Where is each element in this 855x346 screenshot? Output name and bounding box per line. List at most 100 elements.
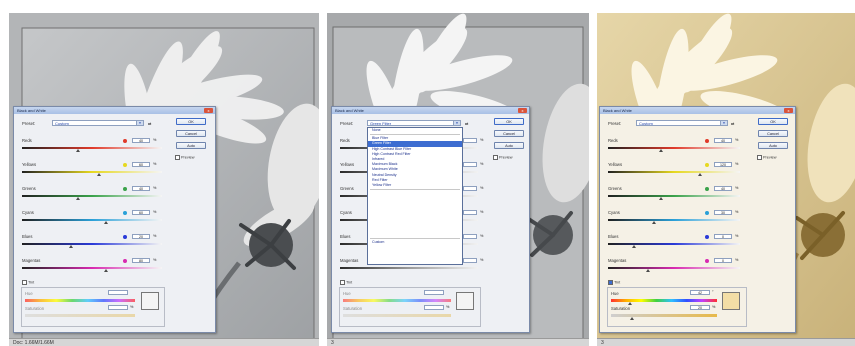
- preset-options-icon[interactable]: ⇄: [465, 121, 468, 126]
- blues-slider[interactable]: [608, 243, 740, 245]
- hue-value-field[interactable]: [424, 290, 444, 295]
- magentas-slider[interactable]: [22, 267, 162, 269]
- cancel-button[interactable]: Cancel: [758, 130, 788, 137]
- greens-value-field[interactable]: 40: [132, 186, 150, 191]
- preview-checkbox[interactable]: Preview: [175, 155, 195, 160]
- greens-value-field[interactable]: 40: [714, 186, 732, 191]
- cyans-value-field[interactable]: 60: [132, 210, 150, 215]
- cyans-slider[interactable]: [608, 219, 740, 221]
- dialog-titlebar[interactable]: Black and White x: [332, 107, 529, 114]
- yellows-slider-thumb[interactable]: [97, 173, 101, 176]
- dialog-titlebar[interactable]: Black and White x: [14, 107, 215, 114]
- ok-button[interactable]: OK: [176, 118, 206, 125]
- saturation-value-field[interactable]: [108, 305, 128, 310]
- tint-color-swatch[interactable]: [722, 292, 740, 310]
- menu-spacer: [368, 191, 462, 237]
- saturation-slider[interactable]: [611, 314, 717, 317]
- reds-slider-thumb[interactable]: [658, 149, 663, 152]
- reds-slider[interactable]: [608, 147, 740, 149]
- cyans-value-field[interactable]: 30: [714, 210, 732, 215]
- yellows-slider[interactable]: [608, 171, 740, 173]
- hue-value-field[interactable]: 42: [690, 290, 710, 295]
- reds-value-field[interactable]: 40: [714, 138, 732, 143]
- cyans-slider-thumb[interactable]: [652, 221, 657, 224]
- preset-select[interactable]: Green Filter ▼: [367, 120, 461, 126]
- close-icon[interactable]: x: [204, 108, 213, 113]
- preset-select[interactable]: Custom ▼: [52, 120, 144, 126]
- preview-checkbox[interactable]: Preview: [493, 155, 513, 160]
- auto-button[interactable]: Auto: [494, 142, 524, 149]
- menu-item-none[interactable]: None: [368, 128, 462, 133]
- greens-slider-thumb[interactable]: [76, 197, 80, 200]
- tint-color-swatch[interactable]: [141, 292, 159, 310]
- blues-slider[interactable]: [22, 243, 162, 245]
- reds-value-field[interactable]: 40: [132, 138, 150, 143]
- percent-sign: %: [735, 258, 739, 262]
- cancel-button[interactable]: Cancel: [494, 130, 524, 137]
- tint-color-swatch[interactable]: [456, 292, 474, 310]
- blues-slider-thumb[interactable]: [632, 245, 637, 248]
- cyans-slider[interactable]: [22, 219, 162, 221]
- cyans-slider-thumb[interactable]: [104, 221, 108, 224]
- blues-value-field[interactable]: 0: [714, 234, 732, 239]
- magentas-slider[interactable]: [608, 267, 740, 269]
- ok-button[interactable]: OK: [758, 118, 788, 125]
- magentas-value-field[interactable]: 80: [132, 258, 150, 263]
- greens-value-field[interactable]: [463, 186, 477, 191]
- cancel-button[interactable]: Cancel: [176, 130, 206, 137]
- yellows-slider-thumb[interactable]: [698, 173, 703, 176]
- reds-slider-thumb[interactable]: [76, 149, 80, 152]
- magentas-slider-thumb[interactable]: [645, 269, 650, 272]
- preset-select[interactable]: Custom ▼: [636, 120, 728, 126]
- hue-slider[interactable]: [25, 299, 135, 302]
- magentas-value-field[interactable]: [463, 258, 477, 263]
- saturation-slider[interactable]: [25, 314, 135, 317]
- slider-label-yellows: Yellows: [340, 162, 355, 167]
- blues-value-field[interactable]: 20: [132, 234, 150, 239]
- preview-checkbox[interactable]: Preview: [757, 155, 777, 160]
- magentas-slider-thumb[interactable]: [104, 269, 108, 272]
- hue-slider-thumb[interactable]: [628, 302, 632, 305]
- saturation-slider[interactable]: [343, 314, 451, 317]
- yellows-value-field[interactable]: [463, 162, 477, 167]
- tint-checkbox[interactable]: Tint: [608, 280, 620, 285]
- preset-options-icon[interactable]: ⇄: [148, 121, 151, 126]
- slider-label-magentas: Magentas: [22, 258, 41, 263]
- greens-slider[interactable]: [22, 195, 162, 197]
- saturation-slider-thumb[interactable]: [630, 317, 634, 320]
- dialog-titlebar[interactable]: Black and White x: [600, 107, 795, 114]
- reds-value-field[interactable]: [463, 138, 477, 143]
- yellows-slider[interactable]: [22, 171, 162, 173]
- greens-slider[interactable]: [608, 195, 740, 197]
- saturation-value-field[interactable]: 20: [690, 305, 710, 310]
- tint-checkbox[interactable]: Tint: [340, 280, 352, 285]
- slider-label-magentas: Magentas: [340, 258, 359, 263]
- slider-label-magentas: Magentas: [608, 258, 627, 263]
- preset-value: Custom: [639, 121, 653, 126]
- close-icon[interactable]: x: [518, 108, 527, 113]
- saturation-value-field[interactable]: [424, 305, 444, 310]
- hue-slider[interactable]: [611, 299, 717, 302]
- blues-slider-thumb[interactable]: [69, 245, 73, 248]
- hue-slider[interactable]: [343, 299, 451, 302]
- slider-label-cyans: Cyans: [608, 210, 620, 215]
- yellows-value-field[interactable]: 60: [132, 162, 150, 167]
- greens-slider-thumb[interactable]: [658, 197, 663, 200]
- hue-value-field[interactable]: [108, 290, 128, 295]
- auto-button[interactable]: Auto: [758, 142, 788, 149]
- yellows-value-field[interactable]: 120: [714, 162, 732, 167]
- menu-item-yellow-filter[interactable]: Yellow Filter: [368, 183, 462, 188]
- preset-options-icon[interactable]: ⇄: [731, 121, 734, 126]
- cyans-value-field[interactable]: [463, 210, 477, 215]
- magentas-slider[interactable]: [340, 267, 478, 269]
- close-icon[interactable]: x: [784, 108, 793, 113]
- menu-item-custom[interactable]: Custom: [368, 240, 462, 245]
- reds-slider[interactable]: [22, 147, 162, 149]
- magentas-value-field[interactable]: 0: [714, 258, 732, 263]
- ok-button[interactable]: OK: [494, 118, 524, 125]
- blues-value-field[interactable]: [463, 234, 477, 239]
- preset-label: Preset:: [608, 121, 622, 126]
- auto-button[interactable]: Auto: [176, 142, 206, 149]
- slider-label-greens: Greens: [22, 186, 36, 191]
- tint-checkbox[interactable]: Tint: [22, 280, 34, 285]
